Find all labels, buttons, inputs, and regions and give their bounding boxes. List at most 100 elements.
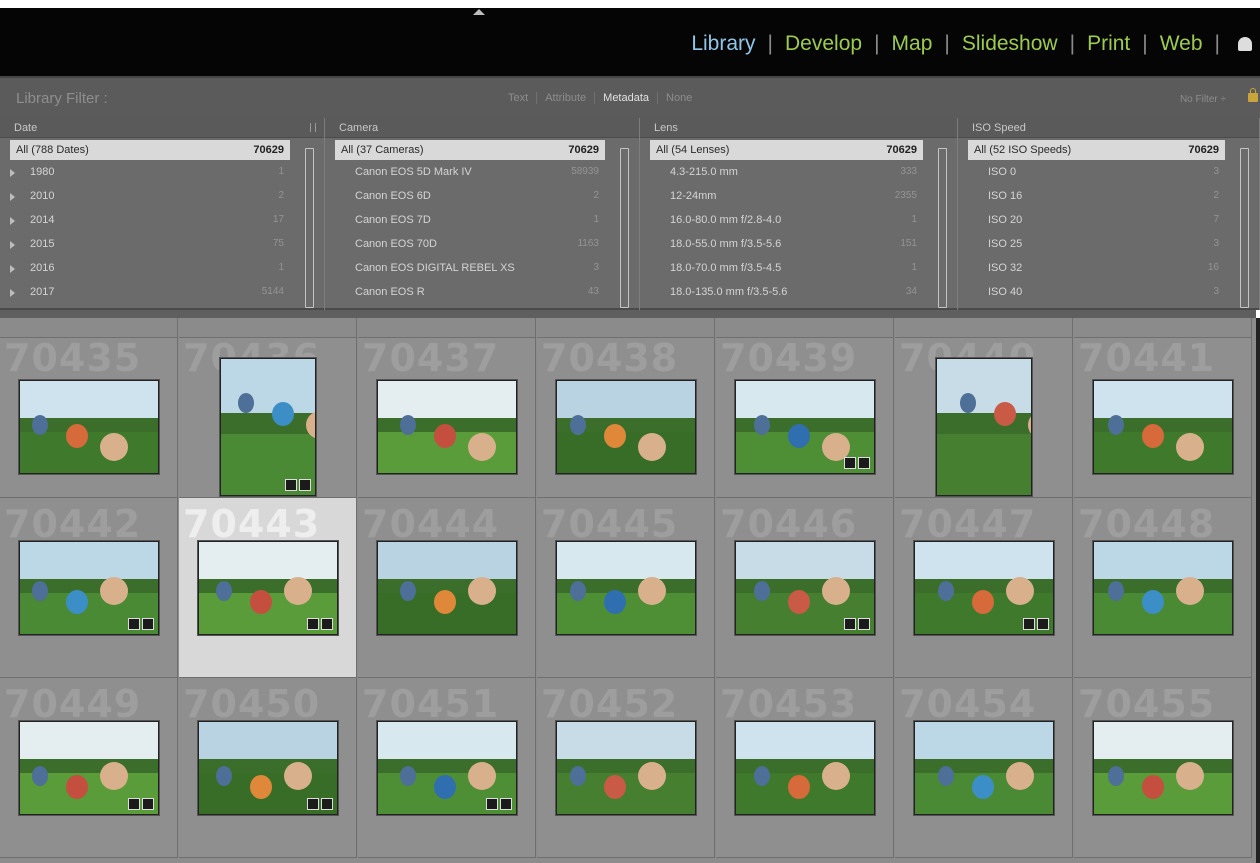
cloud-sync-icon[interactable] bbox=[1238, 37, 1252, 51]
metadata-row[interactable]: 18.0-135.0 mm f/3.5-5.6 34 bbox=[640, 280, 957, 304]
column-scrollbar[interactable] bbox=[1240, 148, 1249, 308]
photo-thumbnail[interactable] bbox=[555, 721, 696, 815]
disclosure-triangle-icon[interactable] bbox=[10, 193, 15, 201]
metadata-row[interactable]: 1980 1 bbox=[0, 160, 324, 184]
disclosure-triangle-icon[interactable] bbox=[10, 217, 15, 225]
photo-thumbnail[interactable] bbox=[376, 721, 517, 815]
module-web[interactable]: Web bbox=[1160, 32, 1203, 56]
thumbnail-cell[interactable]: 70450 bbox=[179, 678, 357, 858]
column-options-icon[interactable] bbox=[310, 123, 316, 132]
photo-thumbnail[interactable] bbox=[734, 541, 875, 635]
metadata-row[interactable]: ISO 0 3 bbox=[958, 160, 1259, 184]
filter-preset-dropdown[interactable]: No Filter ÷ bbox=[1180, 94, 1226, 105]
disclosure-triangle-icon[interactable] bbox=[10, 241, 15, 249]
thumbnail-cell[interactable]: 70435 bbox=[0, 318, 178, 498]
metadata-row-all[interactable]: All (37 Cameras) 70629 bbox=[335, 140, 605, 160]
photo-thumbnail[interactable] bbox=[935, 358, 1032, 496]
metadata-row-all[interactable]: All (52 ISO Speeds) 70629 bbox=[968, 140, 1225, 160]
thumbnail-cell[interactable]: 70448 bbox=[1074, 498, 1252, 678]
thumbnail-cell[interactable]: 70438 bbox=[537, 318, 715, 498]
metadata-row[interactable]: 12-24mm 2355 bbox=[640, 184, 957, 208]
thumbnail-cell[interactable]: 70442 bbox=[0, 498, 178, 678]
metadata-row[interactable]: ISO 32 16 bbox=[958, 256, 1259, 280]
metadata-row[interactable]: ISO 25 3 bbox=[958, 232, 1259, 256]
column-header[interactable]: Lens bbox=[640, 118, 957, 138]
metadata-row[interactable]: 2010 2 bbox=[0, 184, 324, 208]
metadata-row[interactable]: Canon EOS 70D 1163 bbox=[325, 232, 639, 256]
metadata-row[interactable]: 16.0-80.0 mm f/2.8-4.0 1 bbox=[640, 208, 957, 232]
metadata-row-all[interactable]: All (788 Dates) 70629 bbox=[10, 140, 290, 160]
metadata-row[interactable]: 18.0-70.0 mm f/3.5-4.5 1 bbox=[640, 256, 957, 280]
metadata-row[interactable]: ISO 40 3 bbox=[958, 280, 1259, 304]
metadata-row[interactable]: 2015 75 bbox=[0, 232, 324, 256]
thumbnail-cell[interactable]: 70437 bbox=[358, 318, 536, 498]
column-header[interactable]: Date bbox=[0, 118, 324, 138]
filter-tab-metadata[interactable]: Metadata bbox=[595, 92, 659, 104]
photo-thumbnail[interactable] bbox=[1092, 541, 1233, 635]
photo-thumbnail[interactable] bbox=[219, 358, 316, 496]
filter-tab-none[interactable]: None bbox=[658, 92, 700, 104]
module-print[interactable]: Print bbox=[1087, 32, 1130, 56]
thumbnail-cell[interactable]: 70440 bbox=[895, 318, 1073, 498]
photo-thumbnail[interactable] bbox=[197, 541, 338, 635]
metadata-row[interactable]: 4.3-215.0 mm 333 bbox=[640, 160, 957, 184]
photo-thumbnail[interactable] bbox=[18, 721, 159, 815]
column-scrollbar[interactable] bbox=[938, 148, 947, 308]
filter-tab-attribute[interactable]: Attribute bbox=[537, 92, 596, 104]
photo-thumbnail[interactable] bbox=[1092, 380, 1233, 474]
thumbnail-cell[interactable]: 70443 bbox=[179, 498, 357, 678]
module-library[interactable]: Library bbox=[691, 32, 755, 56]
thumbnail-cell[interactable]: 70449 bbox=[0, 678, 178, 858]
thumbnail-cell[interactable]: 70451 bbox=[358, 678, 536, 858]
thumbnail-cell[interactable]: 70439 bbox=[716, 318, 894, 498]
thumbnail-cell[interactable]: 70444 bbox=[358, 498, 536, 678]
metadata-row[interactable]: Canon EOS 7D 1 bbox=[325, 208, 639, 232]
metadata-row[interactable]: Canon EOS DIGITAL REBEL XS 3 bbox=[325, 256, 639, 280]
column-header[interactable]: ISO Speed bbox=[958, 118, 1259, 138]
thumbnail-cell[interactable]: 70452 bbox=[537, 678, 715, 858]
column-header[interactable]: Camera bbox=[325, 118, 639, 138]
photo-thumbnail[interactable] bbox=[376, 541, 517, 635]
module-map[interactable]: Map bbox=[892, 32, 933, 56]
metadata-row[interactable]: Canon EOS 6D 2 bbox=[325, 184, 639, 208]
metadata-row-all[interactable]: All (54 Lenses) 70629 bbox=[650, 140, 923, 160]
disclosure-triangle-icon[interactable] bbox=[10, 169, 15, 177]
metadata-row[interactable]: Canon EOS R 43 bbox=[325, 280, 639, 304]
metadata-row[interactable]: 18.0-55.0 mm f/3.5-5.6 151 bbox=[640, 232, 957, 256]
metadata-row[interactable]: 2014 17 bbox=[0, 208, 324, 232]
thumbnail-cell[interactable]: 70455 bbox=[1074, 678, 1252, 858]
photo-thumbnail[interactable] bbox=[555, 541, 696, 635]
thumbnail-cell[interactable]: 70446 bbox=[716, 498, 894, 678]
photo-thumbnail[interactable] bbox=[18, 541, 159, 635]
disclosure-triangle-icon[interactable] bbox=[10, 265, 15, 273]
thumbnail-cell[interactable]: 70454 bbox=[895, 678, 1073, 858]
filter-tab-text[interactable]: Text bbox=[500, 92, 538, 104]
photo-thumbnail[interactable] bbox=[913, 721, 1054, 815]
disclosure-triangle-icon[interactable] bbox=[10, 289, 15, 297]
thumbnail-cell[interactable]: 70436 bbox=[179, 318, 357, 498]
lock-icon[interactable] bbox=[1248, 88, 1258, 102]
column-scrollbar[interactable] bbox=[620, 148, 629, 308]
module-slideshow[interactable]: Slideshow bbox=[962, 32, 1058, 56]
metadata-row[interactable]: 2016 1 bbox=[0, 256, 324, 280]
module-develop[interactable]: Develop bbox=[785, 32, 862, 56]
grid-scrollbar[interactable] bbox=[1256, 318, 1260, 863]
photo-thumbnail[interactable] bbox=[734, 380, 875, 474]
photo-thumbnail[interactable] bbox=[555, 380, 696, 474]
metadata-row[interactable]: ISO 16 2 bbox=[958, 184, 1259, 208]
photo-thumbnail[interactable] bbox=[913, 541, 1054, 635]
collapse-panel-arrow-icon[interactable] bbox=[473, 9, 485, 15]
thumbnail-cell[interactable]: 70453 bbox=[716, 678, 894, 858]
photo-thumbnail[interactable] bbox=[376, 380, 517, 474]
thumbnail-cell[interactable]: 70447 bbox=[895, 498, 1073, 678]
photo-thumbnail[interactable] bbox=[18, 380, 159, 474]
photo-thumbnail[interactable] bbox=[197, 721, 338, 815]
metadata-row[interactable]: Canon EOS 5D Mark IV 58939 bbox=[325, 160, 639, 184]
thumbnail-cell[interactable]: 70445 bbox=[537, 498, 715, 678]
thumbnail-cell[interactable]: 70441 bbox=[1074, 318, 1252, 498]
photo-thumbnail[interactable] bbox=[734, 721, 875, 815]
column-scrollbar[interactable] bbox=[305, 148, 314, 308]
photo-thumbnail[interactable] bbox=[1092, 721, 1233, 815]
metadata-row[interactable]: ISO 20 7 bbox=[958, 208, 1259, 232]
metadata-row[interactable]: 2017 5144 bbox=[0, 280, 324, 304]
